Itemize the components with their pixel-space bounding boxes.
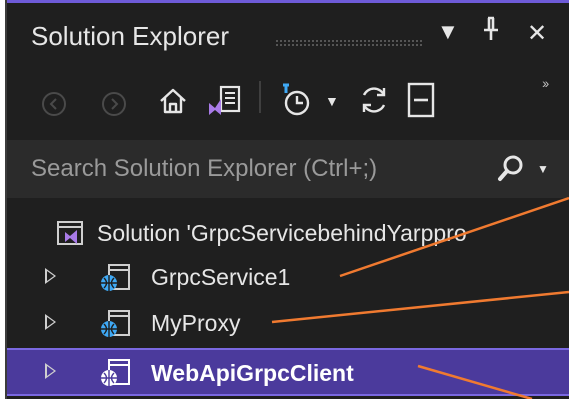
sync-icon[interactable] xyxy=(357,83,391,122)
search-input[interactable] xyxy=(7,140,477,198)
solution-tree: Solution 'GrpcServicebehindYarppro GrpcS… xyxy=(7,198,569,399)
web-project-icon xyxy=(99,356,133,394)
expand-arrow-icon[interactable] xyxy=(45,314,56,330)
tree-item-project[interactable]: MyProxy xyxy=(7,302,569,346)
project-label: MyProxy xyxy=(151,310,241,336)
title-bar: Solution Explorer ▼ ✕ xyxy=(7,3,569,71)
drag-grip[interactable] xyxy=(275,39,423,48)
pin-icon[interactable] xyxy=(481,15,501,50)
solution-explorer-panel: Solution Explorer ▼ ✕ ▼ ›› Search Soluti… xyxy=(5,0,569,399)
search-icon[interactable] xyxy=(497,154,525,189)
web-project-icon xyxy=(99,307,133,345)
chevron-down-icon[interactable]: ▼ xyxy=(325,93,339,109)
forward-icon[interactable] xyxy=(101,91,127,122)
solution-icon xyxy=(55,218,85,254)
dropdown-button[interactable]: ▼ xyxy=(437,19,459,45)
solution-label: Solution 'GrpcServicebehindYarppro xyxy=(97,220,467,246)
project-label: WebApiGrpcClient xyxy=(151,360,354,386)
toolbar-separator xyxy=(259,81,261,113)
search-options-chevron-icon[interactable]: ▼ xyxy=(537,162,549,176)
collapse-all-icon[interactable] xyxy=(405,81,437,124)
back-icon[interactable] xyxy=(41,91,67,122)
overflow-icon[interactable]: ›› xyxy=(542,75,549,91)
web-project-icon xyxy=(99,261,133,299)
close-icon[interactable]: ✕ xyxy=(527,19,547,48)
project-label: GrpcService1 xyxy=(151,264,291,290)
pending-changes-icon[interactable] xyxy=(277,81,321,124)
toolbar: ▼ ›› xyxy=(7,71,569,127)
panel-title: Solution Explorer xyxy=(31,21,229,51)
tree-item-solution[interactable]: Solution 'GrpcServicebehindYarppro xyxy=(7,212,569,256)
tree-item-project[interactable]: GrpcService1 xyxy=(7,256,569,300)
switch-views-icon[interactable] xyxy=(207,83,247,124)
home-icon[interactable] xyxy=(157,85,189,122)
expand-arrow-icon[interactable] xyxy=(45,363,56,379)
search-box: ▼ xyxy=(7,140,569,198)
tree-item-project-selected[interactable]: WebApiGrpcClient xyxy=(7,348,569,396)
expand-arrow-icon[interactable] xyxy=(45,268,56,284)
